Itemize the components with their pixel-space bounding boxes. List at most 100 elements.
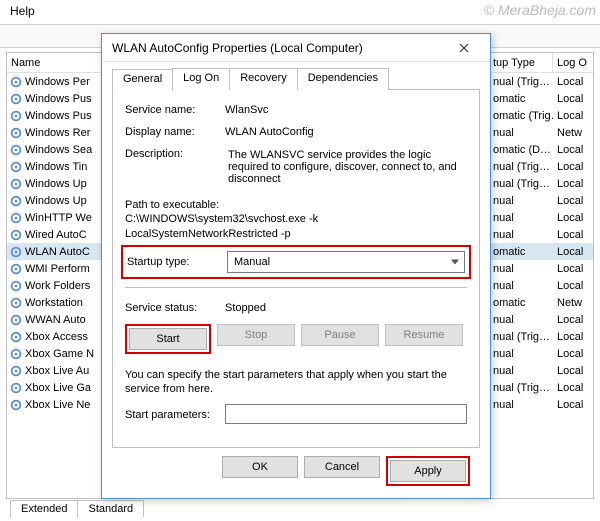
service-name: Windows Up <box>25 178 87 190</box>
gear-icon <box>9 245 23 259</box>
service-startup-type: nual (Trig… <box>489 331 553 343</box>
service-startup-type: nual <box>489 229 553 241</box>
dialog-title: WLAN AutoConfig Properties (Local Comput… <box>112 41 444 55</box>
col-name[interactable]: Name <box>7 53 102 72</box>
service-logon: Local <box>553 212 593 224</box>
startup-type-row: Startup type: Manual <box>121 245 471 279</box>
gear-icon <box>9 177 23 191</box>
gear-icon <box>9 279 23 293</box>
apply-button[interactable]: Apply <box>390 460 466 482</box>
service-startup-type: nual (Trig… <box>489 382 553 394</box>
service-logon: Local <box>553 314 593 326</box>
titlebar[interactable]: WLAN AutoConfig Properties (Local Comput… <box>102 34 490 62</box>
service-name: Windows Tin <box>25 161 87 173</box>
gear-icon <box>9 126 23 140</box>
gear-icon <box>9 211 23 225</box>
start-highlight: Start <box>125 324 211 354</box>
service-logon: Local <box>553 76 593 88</box>
value-display-name: WLAN AutoConfig <box>225 124 467 138</box>
service-startup-type: nual <box>489 314 553 326</box>
close-button[interactable] <box>444 36 484 60</box>
service-logon: Local <box>553 348 593 360</box>
tab-general[interactable]: General <box>112 69 173 91</box>
service-name: Windows Pus <box>25 110 92 122</box>
service-startup-type: nual <box>489 348 553 360</box>
start-params-note: You can specify the start parameters tha… <box>125 368 467 397</box>
service-logon: Local <box>553 161 593 173</box>
cancel-button[interactable]: Cancel <box>304 456 380 478</box>
label-display-name: Display name: <box>125 124 219 138</box>
service-startup-type: nual <box>489 127 553 139</box>
service-logon: Local <box>553 399 593 411</box>
service-logon: Local <box>553 144 593 156</box>
description-box[interactable]: The WLANSVC service provides the logic r… <box>225 146 467 190</box>
service-logon: Local <box>553 263 593 275</box>
label-service-name: Service name: <box>125 102 219 116</box>
tab-recovery[interactable]: Recovery <box>229 68 297 90</box>
divider <box>125 287 467 288</box>
tab-dependencies[interactable]: Dependencies <box>297 68 389 90</box>
tab-panel-general: Service name: WlanSvc Display name: WLAN… <box>112 89 480 448</box>
service-name: Windows Up <box>25 195 87 207</box>
col-startup-type[interactable]: tup Type <box>489 53 553 72</box>
tab-extended[interactable]: Extended <box>10 500 78 517</box>
service-name: Windows Pus <box>25 93 92 105</box>
tab-logon[interactable]: Log On <box>172 68 230 90</box>
service-name: Xbox Game N <box>25 348 94 360</box>
service-name: Xbox Access <box>25 331 88 343</box>
tab-standard[interactable]: Standard <box>77 500 144 517</box>
service-name: Windows Sea <box>25 144 92 156</box>
service-name: Xbox Live Au <box>25 365 89 377</box>
gear-icon <box>9 75 23 89</box>
gear-icon <box>9 364 23 378</box>
service-logon: Local <box>553 229 593 241</box>
start-button[interactable]: Start <box>129 328 207 350</box>
label-start-params: Start parameters: <box>125 407 219 421</box>
gear-icon <box>9 262 23 276</box>
service-startup-type: omatic <box>489 297 553 309</box>
gear-icon <box>9 194 23 208</box>
service-name: Xbox Live Ne <box>25 399 90 411</box>
gear-icon <box>9 398 23 412</box>
tabstrip: General Log On Recovery Dependencies <box>112 68 480 90</box>
service-startup-type: nual (Trig… <box>489 76 553 88</box>
service-logon: Local <box>553 178 593 190</box>
service-startup-type: nual <box>489 365 553 377</box>
service-startup-type: nual (Trig… <box>489 178 553 190</box>
label-description: Description: <box>125 146 219 160</box>
service-logon: Local <box>553 110 593 122</box>
properties-dialog: WLAN AutoConfig Properties (Local Comput… <box>101 33 491 499</box>
label-service-status: Service status: <box>125 300 219 314</box>
gear-icon <box>9 347 23 361</box>
ok-button[interactable]: OK <box>222 456 298 478</box>
service-name: Windows Per <box>25 76 90 88</box>
service-name: Windows Rer <box>25 127 90 139</box>
gear-icon <box>9 109 23 123</box>
service-startup-type: omatic (Trig… <box>489 110 553 122</box>
col-logon[interactable]: Log O <box>553 53 593 72</box>
service-name: WinHTTP We <box>25 212 92 224</box>
menu-help[interactable]: Help <box>10 4 35 18</box>
service-logon: Local <box>553 280 593 292</box>
service-name: WWAN Auto <box>25 314 86 326</box>
service-logon: Netw <box>553 127 593 139</box>
service-logon: Local <box>553 195 593 207</box>
stop-button: Stop <box>217 324 295 346</box>
service-logon: Local <box>553 365 593 377</box>
service-startup-type: nual <box>489 212 553 224</box>
service-name: WLAN AutoC <box>25 246 90 258</box>
gear-icon <box>9 160 23 174</box>
value-service-status: Stopped <box>225 300 467 314</box>
value-service-name: WlanSvc <box>225 102 467 116</box>
label-path: Path to executable: <box>125 198 467 212</box>
close-icon <box>459 43 469 53</box>
label-startup-type: Startup type: <box>127 256 221 268</box>
service-name: Workstation <box>25 297 83 309</box>
startup-type-select[interactable]: Manual <box>227 251 465 273</box>
start-params-input[interactable] <box>225 404 467 424</box>
service-startup-type: omatic <box>489 93 553 105</box>
watermark: © MeraBheja.com <box>484 2 596 18</box>
service-name: Xbox Live Ga <box>25 382 91 394</box>
gear-icon <box>9 381 23 395</box>
service-logon: Local <box>553 246 593 258</box>
